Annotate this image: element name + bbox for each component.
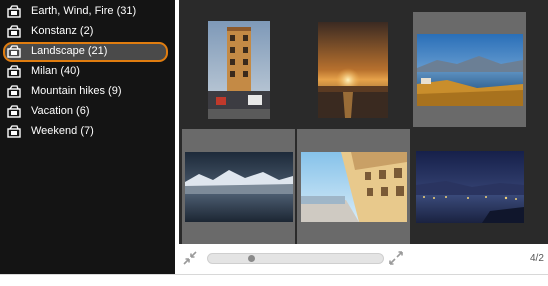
- expand-icon[interactable]: [389, 251, 403, 265]
- album-icon: [7, 105, 21, 118]
- album-item-earth-wind-fire[interactable]: Earth, Wind, Fire (31): [0, 2, 175, 22]
- album-icon: [7, 85, 21, 98]
- album-icon: [7, 125, 21, 138]
- thumbnail-cell[interactable]: [182, 12, 295, 127]
- shrink-icon[interactable]: [183, 251, 197, 265]
- album-label: Milan (40): [31, 65, 80, 77]
- album-item-mountain-hikes[interactable]: Mountain hikes (9): [0, 82, 175, 102]
- album-icon: [7, 5, 21, 18]
- thumbnail-lake-at-night: [415, 150, 524, 223]
- album-item-konstanz[interactable]: Konstanz (2): [0, 22, 175, 42]
- photo-browser: Earth, Wind, Fire (31) Konstanz (2) Land…: [0, 0, 548, 286]
- status-strip: [0, 274, 548, 286]
- album-icon: [7, 65, 21, 78]
- thumbnail-cell[interactable]: [296, 12, 409, 127]
- thumbnail-cell[interactable]: [413, 12, 526, 127]
- album-label: Mountain hikes (9): [31, 85, 122, 97]
- thumbnail-lake-panorama: [416, 33, 523, 106]
- album-icon: [7, 45, 21, 58]
- album-sidebar: Earth, Wind, Fire (31) Konstanz (2) Land…: [0, 0, 175, 274]
- album-label: Konstanz (2): [31, 25, 94, 37]
- thumbnail-grid: [179, 0, 548, 244]
- thumbnail-mountain-lake: [184, 151, 293, 222]
- zoom-toolbar: 4/2: [179, 244, 548, 274]
- album-item-landscape[interactable]: Landscape (21): [0, 42, 175, 62]
- thumbnail-cell[interactable]: [297, 129, 410, 244]
- thumbnail-tall-building: [207, 20, 270, 119]
- page-counter: 4/2: [530, 253, 544, 264]
- thumbnail-cell[interactable]: [413, 129, 526, 244]
- album-item-milan[interactable]: Milan (40): [0, 62, 175, 82]
- album-label: Earth, Wind, Fire (31): [31, 5, 137, 17]
- thumbnail-cell[interactable]: [182, 129, 295, 244]
- zoom-slider[interactable]: [207, 253, 384, 264]
- album-item-vacation[interactable]: Vacation (6): [0, 102, 175, 122]
- album-item-weekend[interactable]: Weekend (7): [0, 122, 175, 142]
- thumbnail-lake-sunset: [317, 21, 388, 118]
- thumbnail-street-facades: [300, 151, 407, 222]
- album-icon: [7, 25, 21, 38]
- album-label: Vacation (6): [31, 105, 90, 117]
- slider-handle[interactable]: [248, 255, 255, 262]
- album-label: Landscape (21): [31, 45, 108, 57]
- album-label: Weekend (7): [31, 125, 94, 137]
